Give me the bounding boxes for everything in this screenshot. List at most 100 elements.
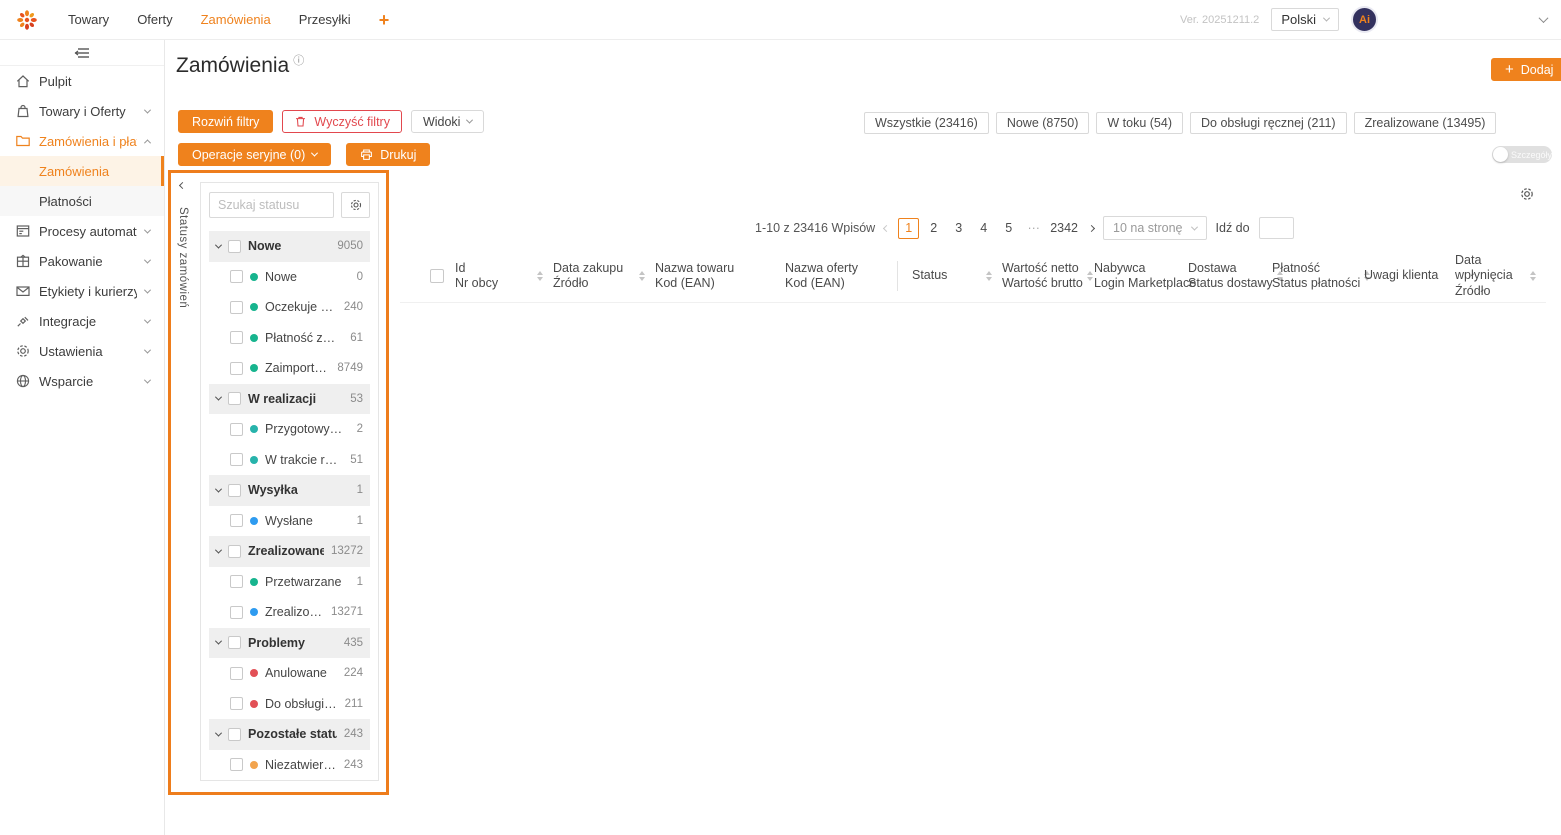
page-size-select[interactable]: 10 na stronę	[1103, 216, 1207, 240]
status-checkbox[interactable]	[230, 758, 243, 771]
status-item-oczekuje-na-platnosc[interactable]: Oczekuje na płatność240	[209, 292, 370, 323]
status-item-przygotowywane-do-wy[interactable]: Przygotowywane do wy...2	[209, 414, 370, 445]
sort-icon[interactable]	[1087, 271, 1093, 281]
group-checkbox[interactable]	[228, 728, 241, 741]
status-item-platnosc-zweryfikowana[interactable]: Płatność zweryfikowana61	[209, 323, 370, 354]
page-2342[interactable]: 2342	[1048, 218, 1080, 239]
bulk-operations-button[interactable]: Operacje seryjne (0)	[178, 143, 331, 166]
sidebar-collapse-icon[interactable]	[74, 47, 90, 59]
status-item-w-trakcie-realizacji[interactable]: W trakcie realizacji51	[209, 445, 370, 476]
group-checkbox[interactable]	[228, 484, 241, 497]
column-header-wartosc-netto-wartosc-brutto[interactable]: Wartość nettoWartość brutto	[1002, 261, 1094, 292]
info-icon[interactable]: ⓘ	[293, 55, 304, 67]
status-checkbox[interactable]	[230, 423, 243, 436]
status-group-w-realizacji[interactable]: W realizacji53	[209, 384, 370, 415]
page-2[interactable]: 2	[923, 218, 944, 239]
page-5[interactable]: 5	[998, 218, 1019, 239]
status-group-zrealizowane[interactable]: Zrealizowane13272	[209, 536, 370, 567]
status-checkbox[interactable]	[230, 453, 243, 466]
chevron-down-icon[interactable]	[215, 546, 222, 553]
status-item-anulowane[interactable]: Anulowane224	[209, 658, 370, 689]
details-toggle[interactable]: Szczegóły	[1492, 146, 1552, 163]
app-logo-icon[interactable]	[14, 7, 40, 33]
status-item-wyslane[interactable]: Wysłane1	[209, 506, 370, 537]
status-item-przetwarzane[interactable]: Przetwarzane1	[209, 567, 370, 598]
panel-collapse-icon[interactable]	[179, 182, 186, 189]
column-header-platnosc-status-platnosci[interactable]: PłatnośćStatus płatności	[1272, 261, 1364, 292]
views-button[interactable]: Widoki	[411, 110, 485, 133]
topbar-chevron-down-icon[interactable]	[1539, 13, 1549, 23]
sidebar-item-pakowanie[interactable]: Pakowanie	[0, 246, 164, 276]
sidebar-item-integracje[interactable]: Integracje	[0, 306, 164, 336]
next-page-icon[interactable]	[1088, 224, 1095, 231]
language-select[interactable]: Polski	[1271, 8, 1339, 31]
status-checkbox[interactable]	[230, 301, 243, 314]
sort-icon[interactable]	[537, 271, 543, 281]
status-item-zaimportowano-do-erp[interactable]: Zaimportowano do ERP8749	[209, 353, 370, 384]
sidebar-item-etykiety-i-kurierzy[interactable]: Etykiety i kurierzy	[0, 276, 164, 306]
avatar[interactable]: Ai	[1351, 6, 1378, 33]
status-group-problemy[interactable]: Problemy435	[209, 628, 370, 659]
page-3[interactable]: 3	[948, 218, 969, 239]
page-4[interactable]: 4	[973, 218, 994, 239]
column-header-dostawa-status-dostawy[interactable]: DostawaStatus dostawy	[1188, 261, 1272, 292]
sidebar-item-platnosci[interactable]: Płatności	[0, 186, 164, 216]
tab-nowe[interactable]: Nowe (8750)	[996, 112, 1090, 134]
tab-wszystkie[interactable]: Wszystkie (23416)	[864, 112, 989, 134]
column-header-id-nr-obcy[interactable]: IdNr obcy	[455, 261, 553, 292]
nav-przesylki[interactable]: Przesyłki	[299, 12, 351, 27]
status-checkbox[interactable]	[230, 270, 243, 283]
prev-page-icon[interactable]	[883, 224, 890, 231]
group-checkbox[interactable]	[228, 392, 241, 405]
goto-page-input[interactable]	[1259, 217, 1294, 239]
status-checkbox[interactable]	[230, 606, 243, 619]
sidebar-item-zamowienia[interactable]: Zamówienia	[0, 156, 164, 186]
sidebar-item-zamowienia-i-platnosci[interactable]: Zamówienia i płatności	[0, 126, 164, 156]
nav-towary[interactable]: Towary	[68, 12, 109, 27]
sort-icon[interactable]	[639, 271, 645, 281]
status-item-zrealizowane[interactable]: Zrealizowane13271	[209, 597, 370, 628]
status-group-nowe[interactable]: Nowe9050	[209, 231, 370, 262]
status-checkbox[interactable]	[230, 697, 243, 710]
sidebar-item-towary-i-oferty[interactable]: Towary i Oferty	[0, 96, 164, 126]
sort-icon[interactable]	[1530, 271, 1536, 281]
chevron-down-icon[interactable]	[215, 485, 222, 492]
add-button[interactable]: + Dodaj	[1491, 58, 1561, 81]
status-checkbox[interactable]	[230, 362, 243, 375]
chevron-down-icon[interactable]	[215, 241, 222, 248]
nav-oferty[interactable]: Oferty	[137, 12, 172, 27]
status-checkbox[interactable]	[230, 667, 243, 680]
sidebar-item-wsparcie[interactable]: Wsparcie	[0, 366, 164, 396]
chevron-down-icon[interactable]	[215, 729, 222, 736]
select-all-checkbox[interactable]	[430, 269, 444, 283]
nav-zamowienia[interactable]: Zamówienia	[201, 12, 271, 27]
group-checkbox[interactable]	[228, 240, 241, 253]
clear-filters-button[interactable]: Wyczyść filtry	[282, 110, 402, 133]
group-checkbox[interactable]	[228, 545, 241, 558]
expand-filters-button[interactable]: Rozwiń filtry	[178, 110, 273, 133]
tab-do-obslugi-recznej[interactable]: Do obsługi ręcznej (211)	[1190, 112, 1347, 134]
status-group-pozostale-statusy[interactable]: Pozostałe statusy243	[209, 719, 370, 750]
status-item-nowe[interactable]: Nowe0	[209, 262, 370, 293]
column-header-status[interactable]: Status	[912, 268, 1002, 284]
status-item-niezatwierdzone-allegro[interactable]: Niezatwierdzone (Allegro)243	[209, 750, 370, 781]
nav-add-icon[interactable]: +	[379, 11, 390, 29]
status-checkbox[interactable]	[230, 514, 243, 527]
sidebar-item-pulpit[interactable]: Pulpit	[0, 66, 164, 96]
sidebar-item-ustawienia[interactable]: Ustawienia	[0, 336, 164, 366]
status-settings-gear-icon[interactable]	[341, 192, 370, 218]
tab-w-toku[interactable]: W toku (54)	[1096, 112, 1183, 134]
status-checkbox[interactable]	[230, 331, 243, 344]
status-search-input[interactable]	[209, 192, 334, 218]
column-header-data-zakupu-zrodlo[interactable]: Data zakupuŹródło	[553, 261, 655, 292]
status-item-do-obslugi-recznej[interactable]: Do obsługi ręcznej211	[209, 689, 370, 720]
table-settings-gear-icon[interactable]	[1519, 186, 1535, 202]
status-checkbox[interactable]	[230, 575, 243, 588]
sort-icon[interactable]	[986, 271, 992, 281]
chevron-down-icon[interactable]	[215, 638, 222, 645]
chevron-down-icon[interactable]	[215, 394, 222, 401]
status-group-wysylka[interactable]: Wysyłka1	[209, 475, 370, 506]
print-button[interactable]: Drukuj	[346, 143, 430, 166]
tab-zrealizowane[interactable]: Zrealizowane (13495)	[1354, 112, 1497, 134]
page-1[interactable]: 1	[898, 218, 919, 239]
